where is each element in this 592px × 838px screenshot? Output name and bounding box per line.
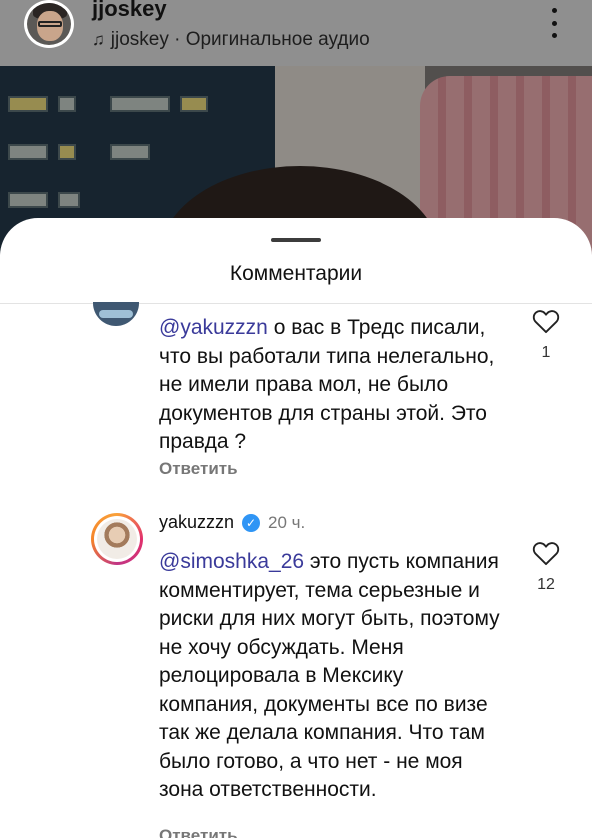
verified-badge-icon: ✓	[242, 513, 261, 532]
comment-mention[interactable]: @yakuzzzn	[159, 316, 268, 339]
reel-author-avatar[interactable]	[24, 0, 74, 48]
comment-text: @yakuzzzn о вас в Тредс писали, что вы р…	[159, 314, 504, 457]
sheet-divider	[0, 303, 592, 304]
reel-header: jjoskey ♫ jjoskey · Оригинальное аудио	[0, 0, 592, 66]
reel-author-username[interactable]: jjoskey	[92, 0, 167, 22]
like-count: 1	[541, 344, 551, 361]
more-vertical-icon[interactable]	[546, 8, 562, 38]
sheet-drag-handle[interactable]	[271, 238, 321, 242]
comment-like[interactable]: 12	[532, 540, 560, 594]
heart-icon[interactable]	[532, 308, 560, 334]
reel-audio-link[interactable]: ♫ jjoskey · Оригинальное аудио	[92, 29, 370, 51]
comment-text: @simoshka_26 это пусть компания комменти…	[159, 548, 504, 805]
comments-sheet: Комментарии @yakuzzzn о вас в Тредс писа…	[0, 218, 592, 838]
comment-like[interactable]: 1	[532, 308, 560, 362]
comment-avatar[interactable]	[93, 302, 139, 326]
music-note-icon: ♫	[92, 30, 105, 49]
heart-icon[interactable]	[532, 540, 560, 566]
like-count: 12	[537, 576, 555, 593]
comment-mention[interactable]: @simoshka_26	[159, 550, 304, 573]
reel-audio-label: jjoskey · Оригинальное аудио	[110, 29, 370, 50]
comment-avatar[interactable]	[91, 513, 143, 565]
comment-time: 20 ч.	[268, 512, 306, 532]
comment-username[interactable]: yakuzzzn	[159, 512, 234, 533]
comment-body: это пусть компания комментирует, тема се…	[159, 550, 500, 801]
sheet-title: Комментарии	[229, 262, 363, 285]
comment-header: yakuzzzn ✓ 20 ч.	[159, 512, 305, 533]
reply-button[interactable]: Ответить	[159, 459, 238, 479]
reply-button[interactable]: Ответить	[159, 826, 238, 838]
